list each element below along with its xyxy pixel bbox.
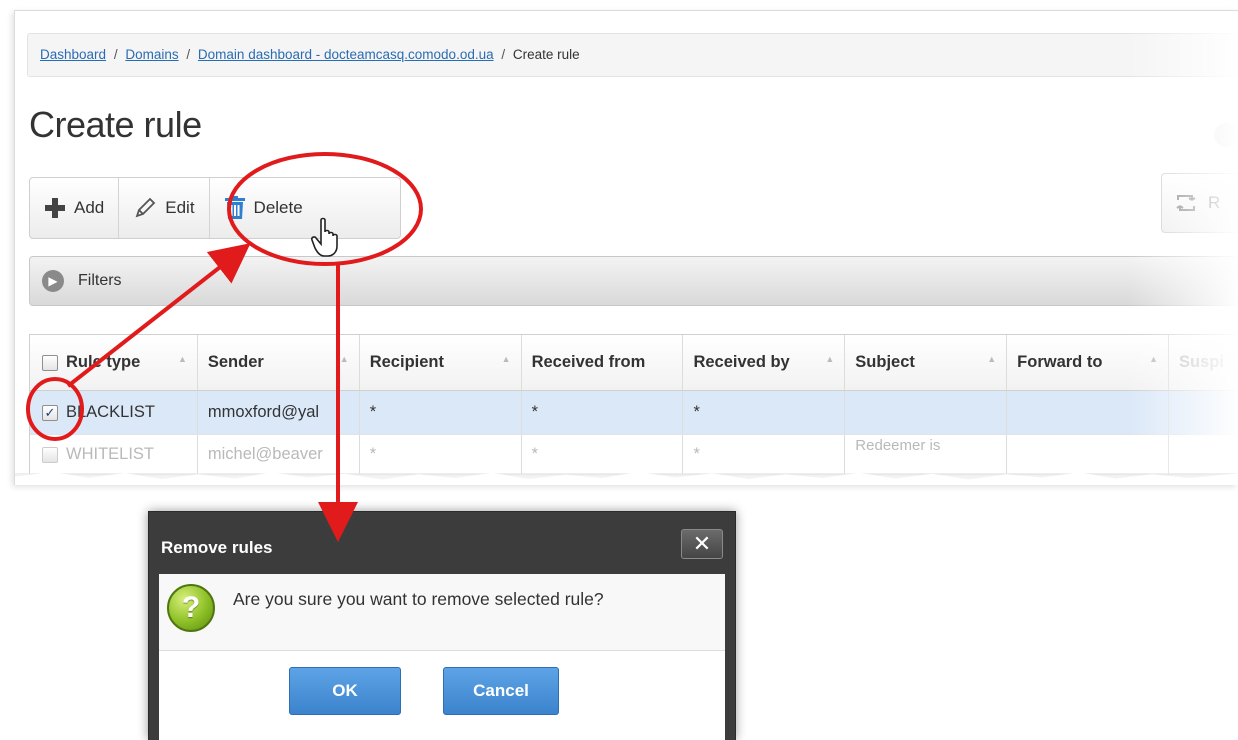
cell-subject: Redeemer is (845, 435, 1008, 474)
cell-received-from: * (522, 391, 684, 434)
column-label: Recipient (369, 353, 444, 371)
delete-button-label: Delete (253, 198, 303, 217)
breadcrumb-current: Create rule (512, 47, 580, 62)
column-header-suspicious[interactable]: Suspi (1169, 335, 1238, 390)
select-all-checkbox[interactable] (42, 354, 58, 371)
breadcrumb-separator: / (186, 47, 191, 62)
cell-text: WHITELIST (66, 445, 155, 463)
sort-arrow-icon: ▲ (825, 354, 835, 364)
cell-rule-type: ✓ BLACKLIST (30, 391, 198, 434)
rules-table: Rule type ▲ Sender ▲ Recipient ▲ Receive… (29, 334, 1238, 475)
column-label: Forward to (1017, 353, 1103, 371)
cell-sender: mmoxford@yal (198, 391, 360, 434)
filters-bar[interactable]: ▶ Filters (29, 256, 1238, 306)
table-row[interactable]: ✓ BLACKLIST mmoxford@yal * * * (30, 391, 1238, 435)
cell-subject (845, 391, 1008, 434)
pencil-icon (135, 197, 156, 218)
refresh-button-label: R (1208, 193, 1221, 212)
row-checkbox[interactable] (42, 446, 58, 463)
sort-arrow-icon: ▲ (177, 354, 187, 364)
dialog-title: Remove rules (161, 538, 273, 557)
cell-sender: michel@beaver (198, 435, 360, 474)
refresh-icon (1176, 195, 1196, 211)
trash-icon (224, 196, 245, 219)
cell-rule-type: WHITELIST (30, 435, 198, 474)
column-header-received-from[interactable]: Received from (522, 335, 684, 390)
breadcrumb-separator: / (501, 47, 506, 62)
column-label: Sender (207, 353, 264, 371)
row-checkbox-checked[interactable]: ✓ (42, 404, 58, 421)
dialog-body: ? Are you sure you want to remove select… (159, 574, 725, 740)
column-header-subject[interactable]: Subject ▲ (845, 335, 1008, 390)
remove-rules-dialog: Remove rules ✕ ? Are you sure you want t… (148, 511, 736, 740)
cell-suspicious (1169, 391, 1238, 434)
cell-recipient: * (360, 391, 522, 434)
breadcrumb: Dashboard / Domains / Domain dashboard -… (27, 33, 1238, 77)
edit-button[interactable]: Edit (119, 178, 210, 238)
column-header-rule-type[interactable]: Rule type ▲ (30, 335, 198, 390)
edit-button-label: Edit (165, 198, 195, 217)
add-button-label: Add (74, 198, 105, 217)
table-header: Rule type ▲ Sender ▲ Recipient ▲ Receive… (30, 335, 1238, 391)
cell-forward-to (1007, 391, 1170, 434)
column-label: Rule type (66, 353, 141, 371)
cancel-button[interactable]: Cancel (443, 667, 559, 715)
cell-recipient: * (360, 435, 522, 474)
column-header-recipient[interactable]: Recipient ▲ (360, 335, 522, 390)
ok-button[interactable]: OK (289, 667, 401, 715)
add-button[interactable]: Add (30, 178, 120, 238)
question-icon: ? (167, 584, 215, 632)
sort-arrow-icon: ▲ (339, 354, 349, 364)
cell-suspicious (1169, 435, 1238, 474)
chevron-right-icon[interactable]: ▶ (42, 270, 64, 292)
refresh-button[interactable]: R (1161, 173, 1238, 233)
column-label: Subject (855, 353, 915, 371)
cell-text: BLACKLIST (66, 403, 155, 421)
column-label: Received from (531, 353, 646, 371)
column-header-forward-to[interactable]: Forward to ▲ (1007, 335, 1170, 390)
cell-received-by: * (683, 391, 846, 434)
column-header-sender[interactable]: Sender ▲ (198, 335, 360, 390)
breadcrumb-link-domain-dashboard[interactable]: Domain dashboard - docteamcasq.comodo.od… (198, 47, 494, 62)
column-label: Suspi (1179, 353, 1224, 371)
column-header-received-by[interactable]: Received by ▲ (683, 335, 846, 390)
dialog-message-row: ? Are you sure you want to remove select… (159, 574, 725, 651)
cell-forward-to (1007, 435, 1170, 474)
sort-arrow-icon: ▲ (987, 354, 997, 364)
toolbar: Add Edit Delete (29, 177, 401, 239)
dialog-message: Are you sure you want to remove selected… (233, 589, 604, 609)
sort-arrow-icon: ▲ (501, 354, 511, 364)
close-icon[interactable]: ✕ (681, 529, 723, 559)
app-window: Dashboard / Domains / Domain dashboard -… (14, 10, 1238, 485)
column-label: Received by (693, 353, 790, 371)
breadcrumb-link-dashboard[interactable]: Dashboard (40, 47, 106, 62)
breadcrumb-link-domains[interactable]: Domains (125, 47, 178, 62)
breadcrumb-separator: / (113, 47, 118, 62)
plus-icon (45, 198, 65, 218)
cell-received-by: * (683, 435, 846, 474)
help-icon[interactable] (1214, 123, 1238, 147)
page-title: Create rule (29, 104, 202, 145)
sort-arrow-icon: ▲ (1149, 354, 1159, 364)
table-row[interactable]: WHITELIST michel@beaver * * * Redeemer i… (30, 435, 1238, 475)
cell-received-from: * (522, 435, 684, 474)
filters-label: Filters (78, 272, 122, 289)
delete-button[interactable]: Delete (210, 178, 317, 238)
